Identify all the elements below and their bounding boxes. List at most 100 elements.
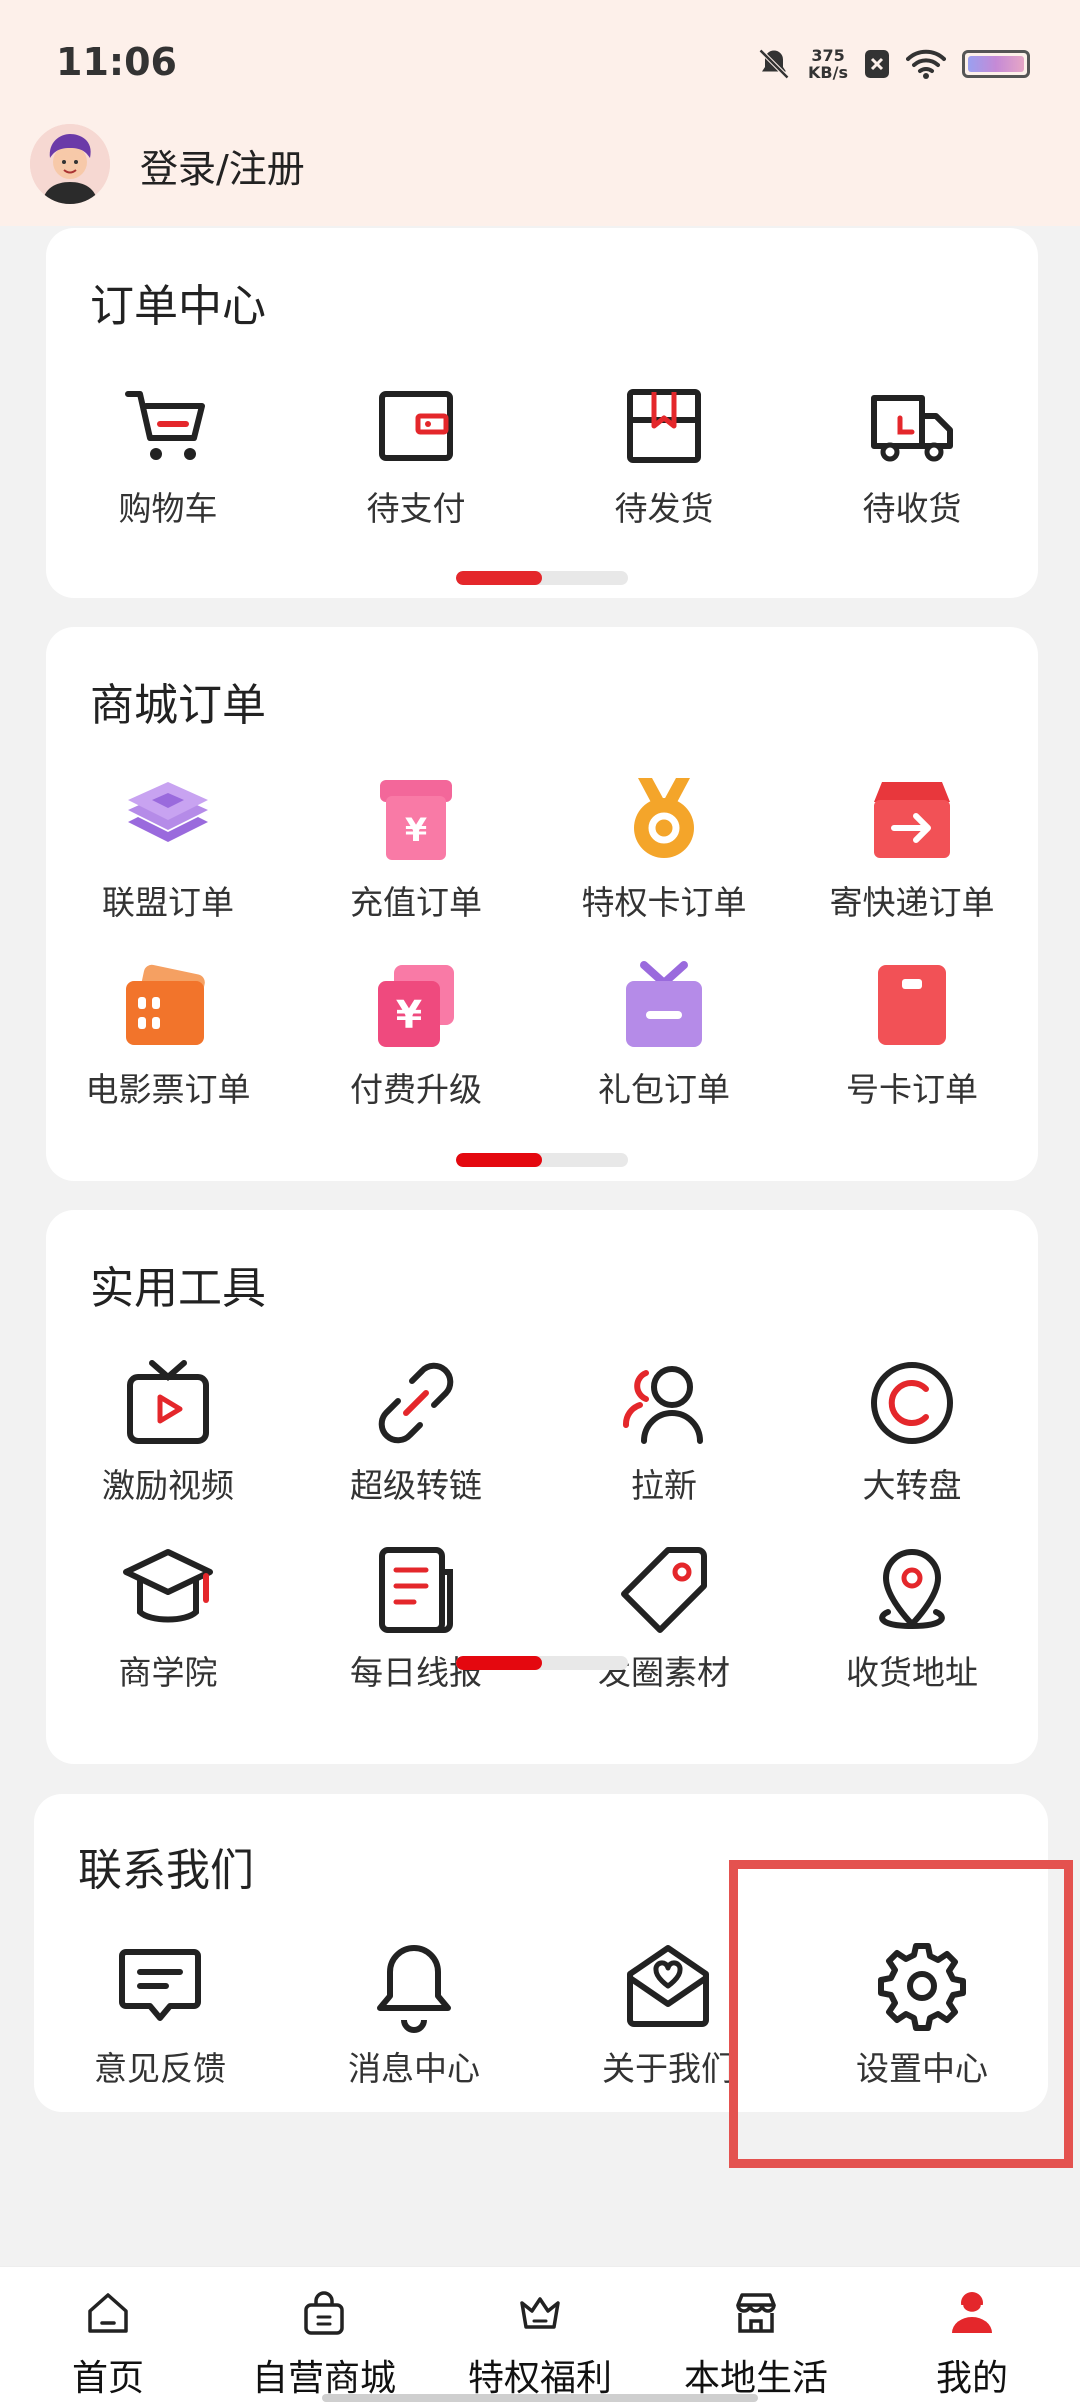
mall-item-union-orders[interactable]: 联盟订单 [48, 772, 288, 924]
wifi-icon [906, 49, 946, 79]
tag-icon [621, 1547, 707, 1633]
mall-orders-title: 商城订单 [90, 680, 266, 731]
mail-heart-icon [627, 1945, 709, 2027]
battery-icon [962, 50, 1030, 78]
cart-icon [125, 391, 205, 460]
wallet-icon [379, 391, 453, 461]
crown-icon [520, 2297, 560, 2329]
contact-title: 联系我们 [78, 1845, 254, 1896]
profile-icon [952, 2292, 992, 2333]
avatar-illustration [30, 124, 110, 204]
gift-icon [626, 961, 702, 1047]
layers-icon [128, 782, 208, 842]
contact-item-message-center[interactable]: 消息中心 [294, 1938, 534, 2090]
tool-item-label: 拉新 [631, 1466, 697, 1505]
location-icon [879, 1549, 945, 1630]
nav-label: 我的 [935, 2358, 1008, 2399]
mall-item-label: 寄快递订单 [829, 883, 995, 922]
nav-label: 首页 [71, 2358, 144, 2399]
document-icon [379, 1547, 453, 1633]
box-icon [627, 389, 701, 463]
truck-icon [871, 395, 953, 462]
tool-item-lucky-wheel[interactable]: 大转盘 [792, 1355, 1032, 1507]
highlight-box [729, 1860, 1073, 2168]
order-item-pending-payment[interactable]: 待支付 [296, 378, 536, 530]
tool-item-daily-report[interactable]: 每日线报 [296, 1542, 536, 1694]
nav-tab-mine[interactable]: 我的 [864, 2267, 1080, 2408]
bell-icon [377, 1945, 451, 2033]
svg-text:¥: ¥ [405, 811, 427, 849]
order-item-cart[interactable]: 购物车 [48, 378, 288, 530]
contact-item-label: 意见反馈 [94, 2049, 226, 2088]
tool-item-label: 激励视频 [102, 1466, 234, 1505]
order-center-card: 订单中心 购物车 待支付 待发货 待收货 [46, 228, 1038, 598]
shopping-bag-icon [304, 2291, 344, 2335]
tool-item-business-school[interactable]: 商学院 [48, 1542, 288, 1694]
nav-tab-local-life[interactable]: 本地生活 [648, 2267, 864, 2408]
order-item-label: 购物车 [118, 489, 218, 528]
tool-item-label: 发圈素材 [598, 1653, 730, 1692]
mall-item-paid-upgrade[interactable]: ¥ 付费升级 [296, 959, 536, 1111]
header-bar: 11:06 375 KB/s 登录/注册 [0, 0, 1080, 226]
graduation-cap-icon [123, 1549, 213, 1623]
order-item-label: 待支付 [366, 489, 466, 528]
nav-tab-home[interactable]: 首页 [0, 2267, 216, 2408]
mall-item-label: 礼包订单 [598, 1070, 730, 1109]
tool-item-label: 商学院 [118, 1653, 218, 1692]
speed-unit: KB/s [808, 63, 848, 82]
nav-tab-privileges[interactable]: 特权福利 [432, 2267, 648, 2408]
order-item-pending-shipment[interactable]: 待发货 [544, 378, 784, 530]
contact-item-feedback[interactable]: 意见反馈 [40, 1938, 280, 2090]
contact-item-label: 消息中心 [348, 2049, 480, 2088]
express-icon [874, 782, 950, 858]
nav-tab-self-mall[interactable]: 自营商城 [216, 2267, 432, 2408]
tool-item-reward-video[interactable]: 激励视频 [48, 1355, 288, 1507]
mall-item-recharge-orders[interactable]: ¥ 充值订单 [296, 772, 536, 924]
mall-item-label: 号卡订单 [846, 1070, 978, 1109]
mall-item-sim-card-orders[interactable]: 号卡订单 [792, 959, 1032, 1111]
upgrade-icon: ¥ [378, 965, 454, 1047]
mall-item-label: 特权卡订单 [581, 883, 747, 922]
mall-item-label: 联盟订单 [102, 883, 234, 922]
mall-orders-card: 商城订单 联盟订单 ¥ 充值订单 特权卡订单 寄快递订单 电影票订单 ¥ 付费升… [46, 627, 1038, 1181]
order-center-title: 订单中心 [90, 281, 266, 332]
status-icons: 375 KB/s [756, 42, 1030, 86]
mall-item-movie-ticket-orders[interactable]: 电影票订单 [48, 959, 288, 1111]
login-register-link[interactable]: 登录/注册 [140, 138, 305, 193]
status-time: 11:06 [56, 40, 177, 84]
home-icon [88, 2293, 128, 2333]
tool-item-shipping-address[interactable]: 收货地址 [792, 1542, 1032, 1694]
tool-item-moments-material[interactable]: 发圈素材 [544, 1542, 784, 1694]
order-item-pending-receipt[interactable]: 待收货 [792, 378, 1032, 530]
network-speed: 375 KB/s [808, 47, 848, 81]
link-icon [378, 1362, 454, 1444]
avatar[interactable] [30, 124, 110, 204]
tool-item-super-link[interactable]: 超级转链 [296, 1355, 536, 1507]
tv-icon [127, 1360, 209, 1444]
sim-x-icon [865, 50, 889, 78]
tool-item-referral[interactable]: 拉新 [544, 1355, 784, 1507]
store-icon [736, 2293, 776, 2333]
mall-item-label: 付费升级 [350, 1070, 482, 1109]
feedback-icon [119, 1949, 201, 2021]
tool-item-label: 收货地址 [846, 1653, 978, 1692]
pager-indicator [456, 1656, 628, 1670]
order-item-label: 待收货 [862, 489, 962, 528]
mall-item-gift-orders[interactable]: 礼包订单 [544, 959, 784, 1111]
tool-item-label: 每日线报 [350, 1653, 482, 1692]
ticket-icon [126, 964, 205, 1045]
tool-item-label: 超级转链 [350, 1466, 482, 1505]
speed-value: 375 [811, 46, 845, 65]
sim-card-icon [878, 965, 946, 1045]
mall-item-express-orders[interactable]: 寄快递订单 [792, 772, 1032, 924]
mall-item-label: 电影票订单 [85, 1070, 251, 1109]
bottom-nav: 首页 自营商城 特权福利 本地生活 我的 [0, 2266, 1080, 2408]
pager-indicator [456, 1153, 628, 1167]
users-icon [623, 1366, 703, 1444]
mall-item-privilege-card-orders[interactable]: 特权卡订单 [544, 772, 784, 924]
wheel-icon [871, 1362, 953, 1444]
svg-text:¥: ¥ [396, 993, 422, 1037]
recharge-icon: ¥ [380, 780, 452, 860]
mall-item-label: 充值订单 [350, 883, 482, 922]
tools-card: 实用工具 激励视频 超级转链 拉新 大转盘 商学院 每日线报 发圈素材 收货地址 [46, 1210, 1038, 1764]
